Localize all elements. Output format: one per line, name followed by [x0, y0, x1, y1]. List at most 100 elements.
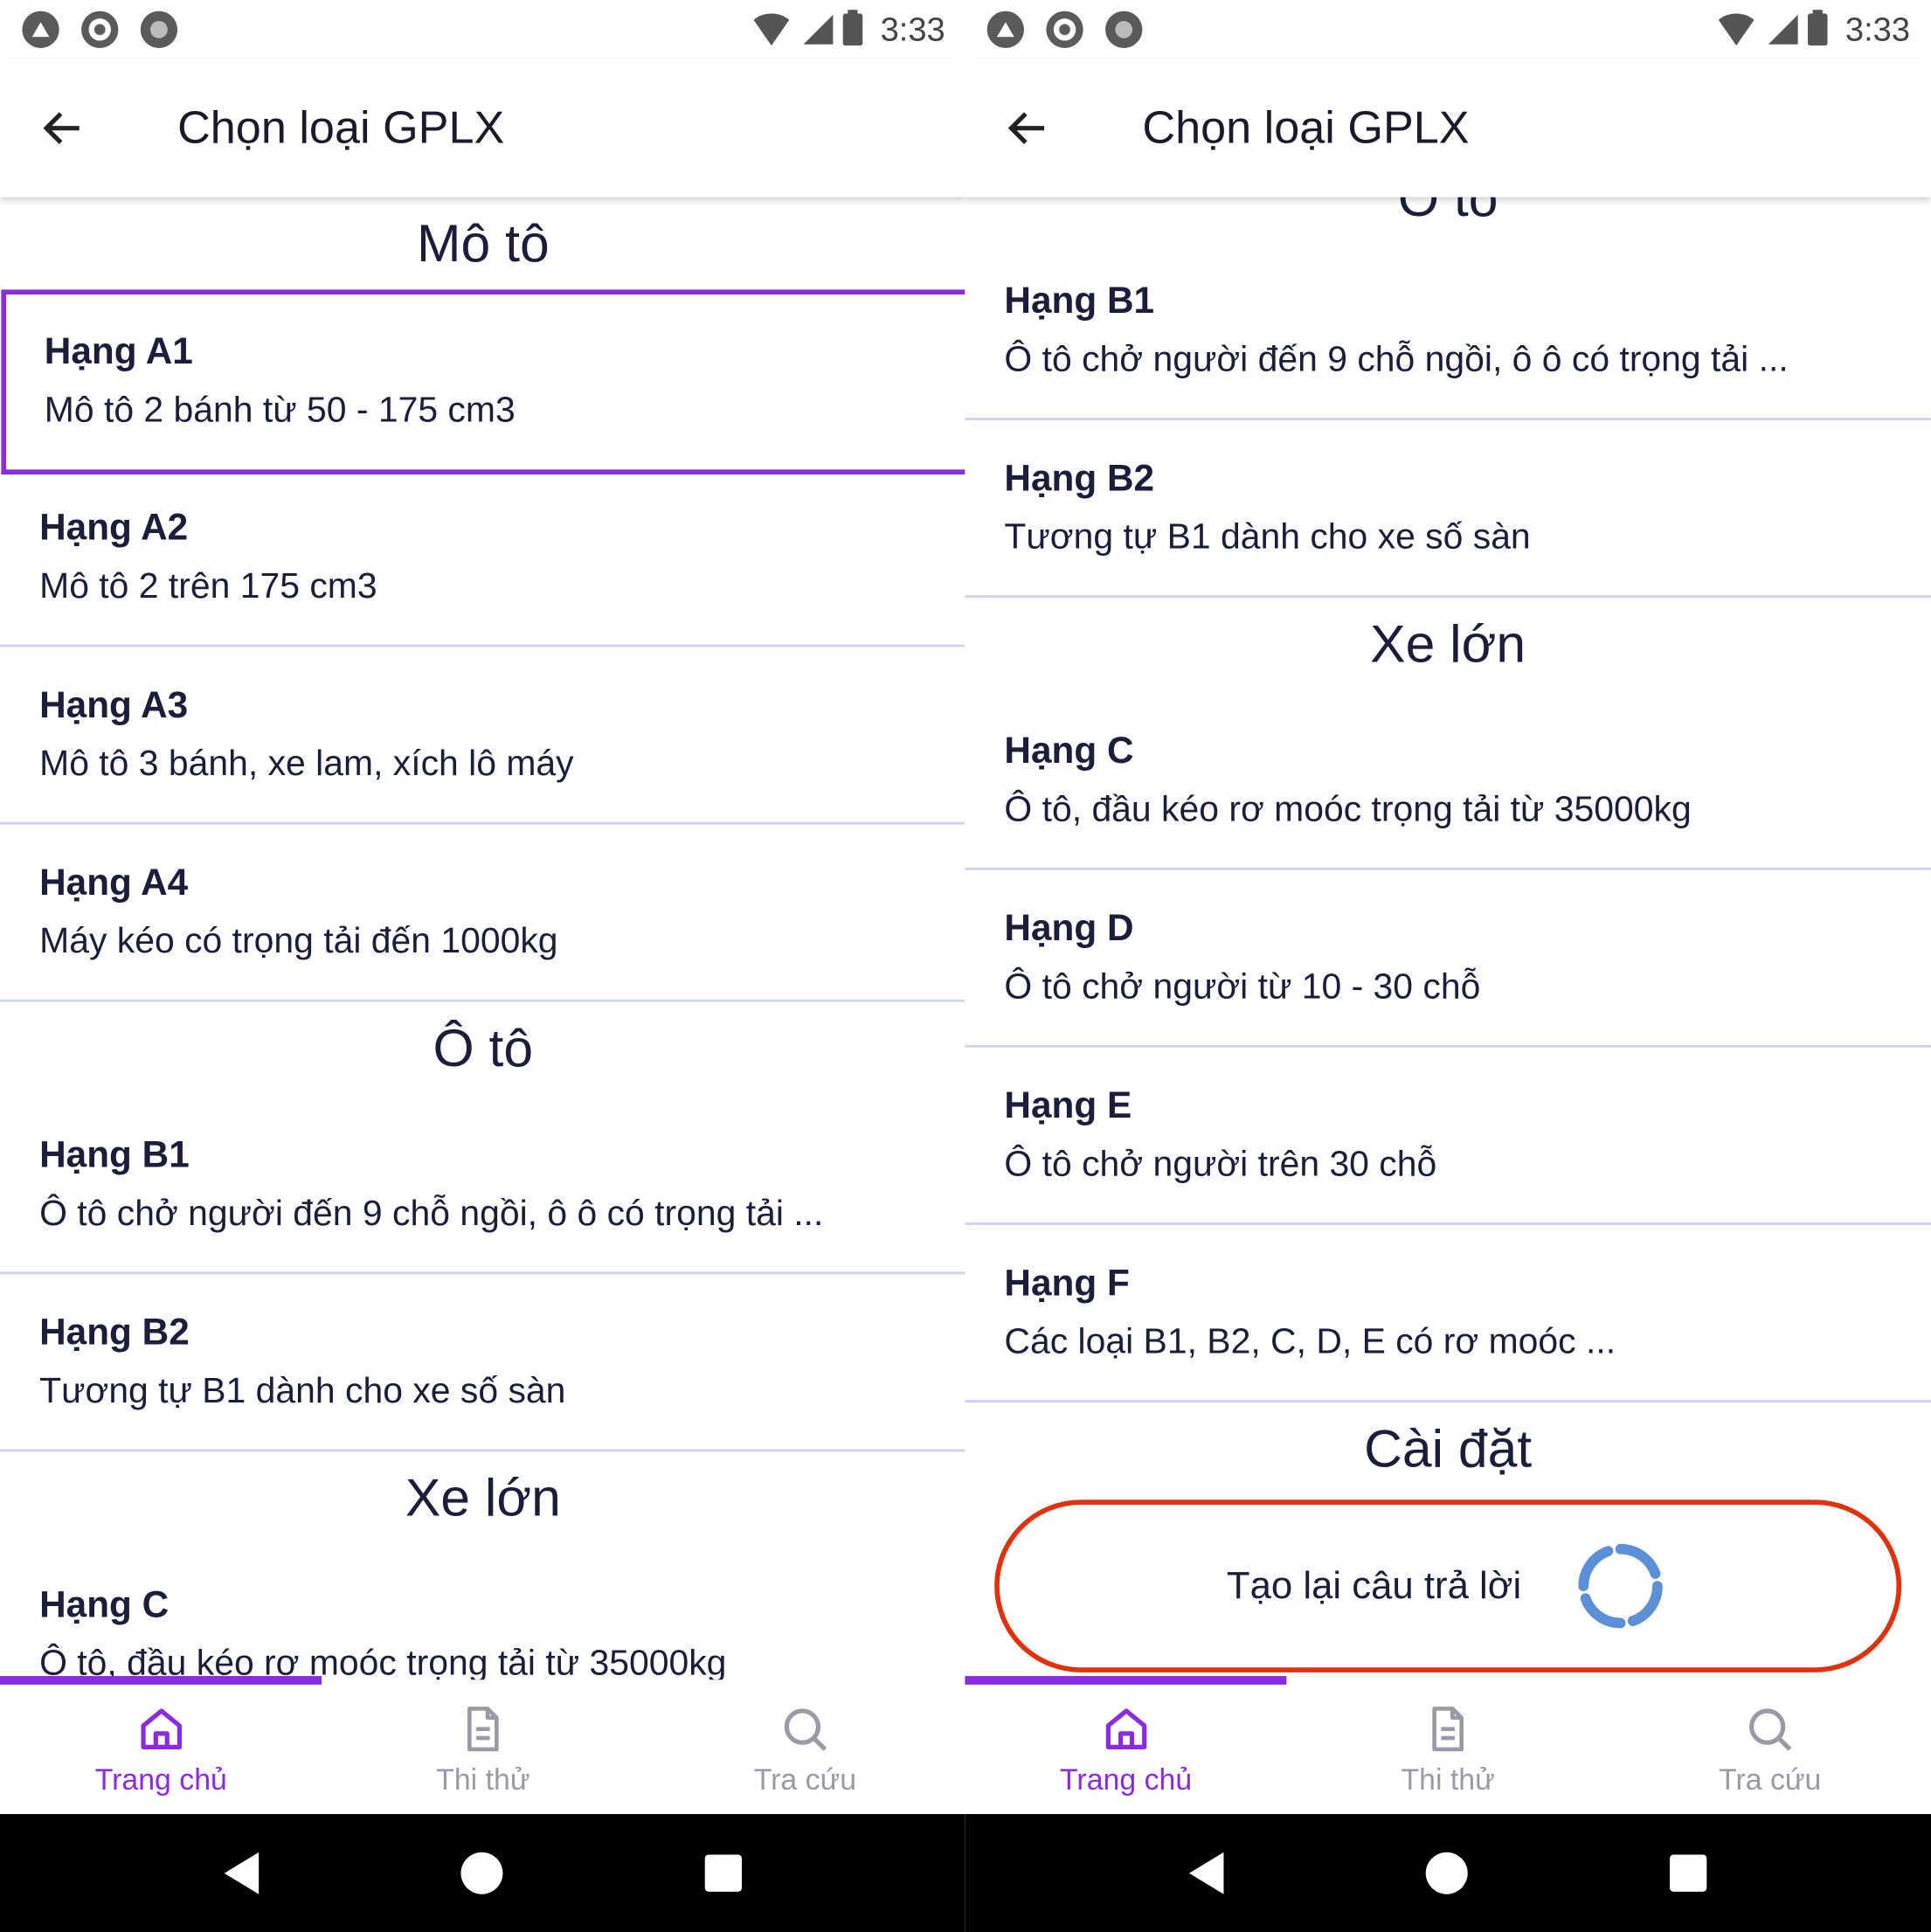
status-time: 3:33 — [1844, 10, 1911, 48]
system-back-button[interactable] — [224, 1852, 260, 1894]
list-item-a2[interactable]: Hạng A2 Mô tô 2 trên 175 cm3 — [0, 469, 966, 647]
status-time: 3:33 — [880, 10, 945, 48]
tab-home[interactable]: Trang chủ — [965, 1685, 1287, 1814]
section-title-caidat: Cài đặt — [1364, 1419, 1533, 1479]
settings-section: Tạo lại câu trả lời — [965, 1499, 1931, 1672]
system-nav-bar — [0, 1814, 966, 1932]
list-item-f[interactable]: Hạng F Các loại B1, B2, C, D, E có rơ mo… — [965, 1225, 1931, 1402]
section-title-oto: Ô tô — [1397, 197, 1498, 228]
page-title: Chọn loại GPLX — [177, 102, 505, 153]
list-item-a4[interactable]: Hạng A4 Máy kéo có trọng tải đến 1000kg — [0, 825, 966, 1002]
item-desc: Mô tô 3 bánh, xe lam, xích lô máy — [39, 744, 574, 784]
list-item-b1[interactable]: Hạng B1 Ô tô chở người đến 9 chỗ ngồi, ô… — [965, 243, 1931, 420]
item-desc: Tương tự B1 dành cho xe số sàn — [1004, 516, 1531, 557]
arrow-left-icon — [43, 112, 80, 144]
list-item-b1[interactable]: Hạng B1 Ô tô chở người đến 9 chỗ ngồi, ô… — [0, 1097, 966, 1275]
status-bar: 3:33 — [965, 0, 1931, 59]
record-notification-icon — [1105, 10, 1143, 49]
search-icon — [785, 1707, 827, 1751]
system-recents-button[interactable] — [1670, 1854, 1707, 1892]
item-desc: Ô tô chở người đến 9 chỗ ngồi, ô ô có tr… — [39, 1193, 824, 1234]
document-icon — [1432, 1706, 1464, 1751]
item-title: Hạng A4 — [39, 862, 189, 904]
item-title: Hạng F — [1004, 1262, 1130, 1304]
system-back-button[interactable] — [1188, 1852, 1224, 1894]
system-home-button[interactable] — [460, 1852, 503, 1894]
tab-label: Trang chủ — [94, 1762, 227, 1797]
wifi-icon — [1714, 13, 1760, 46]
item-desc: Mô tô 2 bánh từ 50 - 175 cm3 — [44, 390, 516, 430]
item-desc: Ô tô, đầu kéo rơ moóc trọng tải từ 35000… — [1004, 789, 1692, 829]
football-notification-icon — [81, 10, 119, 49]
item-title: Hạng B1 — [1004, 280, 1155, 322]
item-title: Hạng B2 — [1004, 457, 1155, 499]
item-desc: Ô tô chở người trên 30 chỗ — [1004, 1144, 1437, 1184]
section-title-xelon: Xe lớn — [1370, 614, 1526, 675]
list-item-a1[interactable]: Hạng A1 Mô tô 2 bánh từ 50 - 175 cm3 — [0, 289, 966, 474]
list-item-d[interactable]: Hạng D Ô tô chở người từ 10 - 30 chỗ — [965, 870, 1931, 1048]
reset-answers-label: Tạo lại câu trả lời — [1226, 1563, 1522, 1608]
item-title: Hạng D — [1004, 907, 1134, 949]
license-list[interactable]: Mô tô Hạng A1 Mô tô 2 bánh từ 50 - 175 c… — [0, 197, 966, 1679]
tab-indicator — [0, 1676, 322, 1685]
home-icon — [140, 1707, 182, 1749]
tab-lookup[interactable]: Tra cứu — [1609, 1685, 1931, 1814]
item-title: Hạng C — [1004, 730, 1134, 772]
tab-label: Trang chủ — [1060, 1762, 1193, 1797]
screen-left: 3:33 Chọn loại GPLX Mô tô Hạng A1 Mô tô … — [0, 0, 966, 1932]
battery-icon — [843, 10, 863, 46]
search-icon — [1749, 1707, 1792, 1751]
item-desc: Tương tự B1 dành cho xe số sàn — [39, 1371, 566, 1411]
signal-icon — [1768, 14, 1799, 45]
item-title: Hạng A1 — [44, 330, 193, 372]
home-icon — [1105, 1707, 1146, 1749]
item-desc: Ô tô, đầu kéo rơ moóc trọng tải từ 35000… — [39, 1643, 727, 1680]
page-title: Chọn loại GPLX — [1142, 102, 1470, 153]
wifi-icon — [750, 13, 794, 46]
document-icon — [467, 1706, 499, 1751]
tab-indicator — [965, 1676, 1287, 1685]
tab-label: Tra cứu — [753, 1762, 857, 1797]
list-item-b2[interactable]: Hạng B2 Tương tự B1 dành cho xe số sàn — [965, 420, 1931, 599]
bottom-nav: Trang chủ Thi thử Tra cứu — [0, 1684, 966, 1815]
item-title: Hạng E — [1004, 1084, 1132, 1126]
tab-home[interactable]: Trang chủ — [0, 1685, 322, 1814]
section-title-moto: Mô tô — [417, 214, 550, 274]
item-title: Hạng A3 — [39, 684, 189, 725]
status-bar: 3:33 — [0, 0, 966, 59]
list-item-c[interactable]: Hạng C Ô tô, đầu kéo rơ moóc trọng tải t… — [0, 1547, 966, 1679]
app-bar: Chọn loại GPLX — [965, 59, 1931, 197]
reset-answers-button[interactable]: Tạo lại câu trả lời — [994, 1499, 1902, 1672]
item-desc: Ô tô chở người đến 9 chỗ ngồi, ô ô có tr… — [1004, 339, 1789, 379]
tab-test[interactable]: Thi thử — [322, 1685, 645, 1814]
item-desc: Mô tô 2 trên 175 cm3 — [39, 566, 377, 606]
section-title-xelon: Xe lớn — [405, 1469, 561, 1528]
system-recents-button[interactable] — [704, 1854, 743, 1892]
app-notification-icon — [22, 10, 59, 49]
app-notification-icon — [986, 10, 1024, 49]
list-item-c[interactable]: Hạng C Ô tô, đầu kéo rơ moóc trọng tải t… — [965, 693, 1931, 870]
tab-lookup[interactable]: Tra cứu — [644, 1685, 966, 1814]
back-button[interactable] — [7, 59, 118, 197]
system-home-button[interactable] — [1425, 1852, 1468, 1894]
bottom-nav: Trang chủ Thi thử Tra cứu — [965, 1684, 1931, 1815]
list-item-e[interactable]: Hạng E Ô tô chở người trên 30 chỗ — [965, 1048, 1931, 1225]
arrow-left-icon — [1007, 112, 1045, 144]
list-item-b2[interactable]: Hạng B2 Tương tự B1 dành cho xe số sàn — [0, 1274, 966, 1452]
app-bar: Chọn loại GPLX — [0, 59, 966, 197]
signal-icon — [804, 14, 834, 45]
tab-label: Tra cứu — [1719, 1762, 1822, 1797]
back-button[interactable] — [972, 59, 1083, 197]
screen-right: 3:33 Chọn loại GPLX Ô tô Hạng B1 Ô tô ch… — [965, 0, 1931, 1932]
item-desc: Các loại B1, B2, C, D, E có rơ moóc ... — [1004, 1321, 1616, 1361]
football-notification-icon — [1046, 10, 1083, 49]
item-title: Hạng B2 — [39, 1312, 190, 1353]
item-title: Hạng B1 — [39, 1134, 190, 1175]
item-title: Hạng C — [39, 1583, 170, 1625]
list-item-a3[interactable]: Hạng A3 Mô tô 3 bánh, xe lam, xích lô má… — [0, 647, 966, 825]
item-desc: Ô tô chở người từ 10 - 30 chỗ — [1004, 966, 1481, 1007]
license-list[interactable]: Ô tô Hạng B1 Ô tô chở người đến 9 chỗ ng… — [965, 197, 1931, 1680]
tab-test[interactable]: Thi thử — [1287, 1685, 1609, 1814]
system-nav-bar — [965, 1814, 1931, 1932]
refresh-icon — [1577, 1543, 1663, 1629]
